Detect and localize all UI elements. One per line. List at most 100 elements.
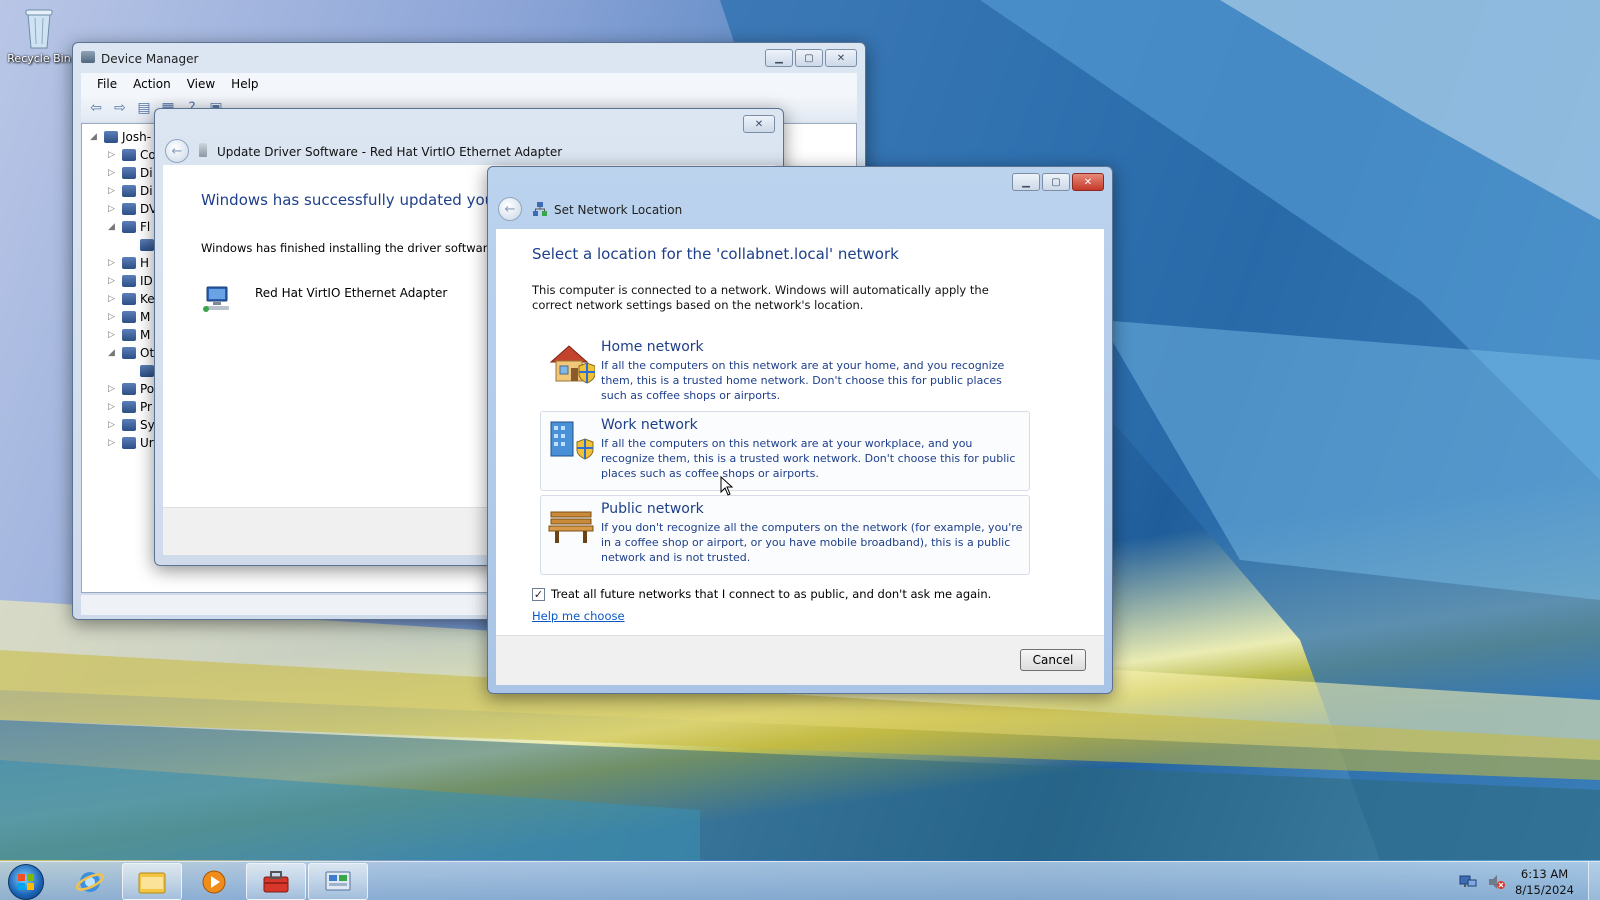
minimize-button[interactable]: ▁ — [765, 49, 793, 67]
tree-expander-icon[interactable]: ▷ — [108, 312, 118, 322]
device-category-icon — [122, 437, 136, 449]
taskbar-media-player[interactable] — [184, 863, 244, 900]
back-button[interactable]: ← — [165, 139, 189, 163]
treat-public-checkbox-row[interactable]: ✓ Treat all future networks that I conne… — [532, 587, 991, 601]
show-hide-tree-icon[interactable]: ▤ — [135, 100, 153, 116]
tree-item[interactable]: ▷ Sy — [108, 416, 155, 434]
minimize-button[interactable]: ▁ — [1012, 173, 1040, 191]
show-desktop-button[interactable] — [1588, 862, 1600, 900]
menu-help[interactable]: Help — [223, 77, 266, 91]
recycle-bin[interactable]: Recycle Bin — [4, 6, 74, 65]
recycle-bin-label: Recycle Bin — [7, 52, 71, 65]
tree-expander-icon[interactable]: ▷ — [108, 258, 118, 268]
maximize-button[interactable]: ▢ — [1042, 173, 1070, 191]
tree-expander-icon[interactable]: ▷ — [108, 438, 118, 448]
device-category-icon — [140, 239, 154, 251]
taskbar-network-location[interactable] — [308, 863, 368, 900]
tree-item-label: Pr — [140, 400, 152, 414]
network-icon — [533, 202, 547, 216]
tree-item[interactable]: ▷ Ke — [108, 290, 155, 308]
device-category-icon — [122, 167, 136, 179]
update-success-description: Windows has finished installing the driv… — [201, 241, 514, 255]
menu-file[interactable]: File — [89, 77, 125, 91]
device-category-icon — [122, 149, 136, 161]
close-button[interactable]: ✕ — [743, 115, 775, 133]
cancel-button[interactable]: Cancel — [1020, 649, 1086, 671]
tree-item[interactable]: ▷ Di — [108, 182, 153, 200]
public-network-title: Public network — [601, 501, 704, 517]
set-network-location-window[interactable]: ▁ ▢ ✕ ← Set Network Location Select a lo… — [487, 166, 1113, 694]
tree-expander-icon[interactable]: ▷ — [108, 330, 118, 340]
tree-expander-icon[interactable]: ▷ — [108, 294, 118, 304]
tree-item[interactable]: ▷ M — [108, 308, 150, 326]
clock-date: 8/15/2024 — [1515, 883, 1574, 897]
clock[interactable]: 6:13 AM 8/15/2024 — [1515, 866, 1574, 898]
treat-public-checkbox[interactable]: ✓ — [532, 587, 545, 601]
start-button[interactable] — [8, 864, 44, 900]
device-category-icon — [122, 419, 136, 431]
volume-muted-icon[interactable] — [1487, 874, 1506, 890]
tree-expander-icon[interactable]: ▷ — [108, 150, 118, 160]
tree-expander-icon[interactable]: ◢ — [108, 222, 118, 232]
forward-arrow-icon[interactable]: ⇨ — [111, 100, 129, 116]
device-category-icon — [122, 311, 136, 323]
maximize-button[interactable]: ▢ — [795, 49, 823, 67]
tree-item-label: H — [140, 256, 150, 270]
update-driver-titlebar[interactable]: ✕ — [155, 109, 783, 139]
tree-item[interactable]: ▷ Po — [108, 380, 154, 398]
tree-item-label: Po — [140, 382, 155, 396]
device-category-icon — [122, 221, 136, 233]
tree-item[interactable]: ▷ ID — [108, 272, 153, 290]
device-manager-icon — [81, 51, 95, 63]
tree-item[interactable]: ▷ DV — [108, 200, 157, 218]
work-network-option[interactable]: Work network If all the computers on thi… — [540, 411, 1030, 491]
tree-expander-icon[interactable]: ▷ — [108, 384, 118, 394]
tree-item[interactable]: ▷ Co — [108, 146, 156, 164]
menu-action[interactable]: Action — [125, 77, 179, 91]
help-me-choose-link[interactable]: Help me choose — [532, 609, 625, 623]
tree-expander-icon[interactable]: ▷ — [108, 420, 118, 430]
taskbar-windows-explorer[interactable] — [122, 863, 182, 900]
network-location-titlebar[interactable]: ▁ ▢ ✕ — [488, 167, 1112, 197]
clock-time: 6:13 AM — [1520, 867, 1569, 881]
tree-expander-icon[interactable]: ▷ — [108, 168, 118, 178]
tree-item[interactable]: ◢ Josh- — [90, 128, 151, 146]
home-network-title: Home network — [601, 339, 704, 355]
adapter-name: Red Hat VirtIO Ethernet Adapter — [255, 286, 448, 300]
taskbar-device-manager[interactable] — [246, 863, 306, 900]
close-button[interactable]: ✕ — [1072, 173, 1104, 191]
tree-expander-icon[interactable]: ▷ — [108, 204, 118, 214]
menu-view[interactable]: View — [179, 77, 223, 91]
tree-item-label: Di — [140, 166, 153, 180]
back-arrow-icon[interactable]: ⇦ — [87, 100, 105, 116]
network-tray-icon[interactable] — [1459, 874, 1477, 890]
mouse-cursor-icon — [720, 476, 734, 496]
tree-item-label: M — [140, 328, 151, 342]
tree-item-label: Fl — [140, 220, 151, 234]
tree-expander-icon[interactable]: ◢ — [108, 348, 118, 358]
treat-public-label: Treat all future networks that I connect… — [551, 587, 992, 601]
home-network-option[interactable]: Home network If all the computers on thi… — [540, 333, 1030, 413]
taskbar-internet-explorer[interactable] — [60, 863, 120, 900]
device-category-icon — [122, 401, 136, 413]
tree-expander-icon[interactable]: ▷ — [108, 276, 118, 286]
close-button[interactable]: ✕ — [825, 49, 857, 67]
tree-item[interactable]: ◢ Fl — [108, 218, 150, 236]
home-network-icon — [549, 345, 595, 384]
tree-item[interactable]: ▷ Pr — [108, 398, 152, 416]
network-control-panel-icon — [325, 871, 351, 890]
back-button[interactable]: ← — [498, 197, 522, 221]
tree-expander-icon[interactable]: ▷ — [108, 186, 118, 196]
tree-expander-icon[interactable]: ▷ — [108, 402, 118, 412]
tree-item[interactable]: ▷ Di — [108, 164, 153, 182]
home-network-description: If all the computers on this network are… — [601, 359, 1005, 402]
device-category-icon — [122, 257, 136, 269]
public-network-option[interactable]: Public network If you don't recognize al… — [540, 495, 1030, 575]
tree-item[interactable]: ▷ H — [108, 254, 149, 272]
tree-item[interactable]: ▷ Ur — [108, 434, 154, 452]
tree-item[interactable]: ▷ M — [108, 326, 150, 344]
tree-expander-icon[interactable]: ◢ — [90, 132, 100, 142]
tree-item[interactable]: ◢ Ot — [108, 344, 154, 362]
tree-item-label: Ke — [140, 292, 155, 306]
device-manager-titlebar[interactable]: Device Manager ▁ ▢ ✕ — [73, 43, 865, 73]
